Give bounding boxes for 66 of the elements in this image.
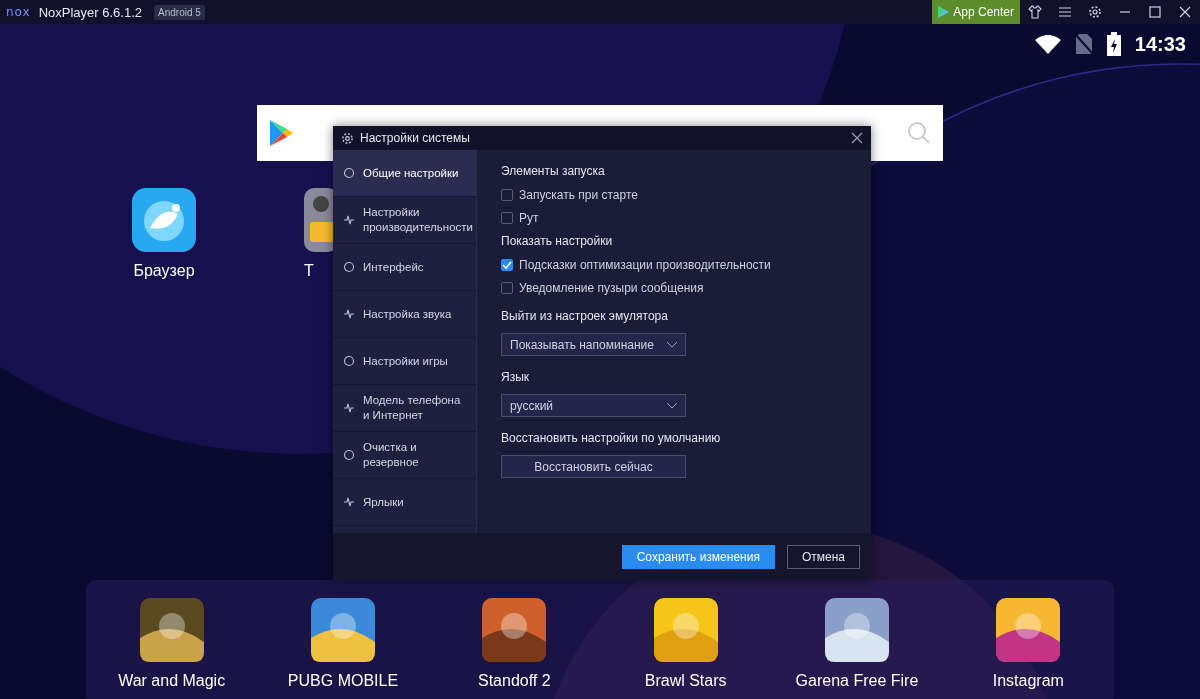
- app-logo: nox: [6, 5, 31, 19]
- close-icon[interactable]: [1178, 5, 1192, 19]
- game-app-icon: [996, 598, 1061, 662]
- nav-icon: [343, 496, 355, 508]
- game-app-icon: [653, 598, 718, 662]
- dropdown[interactable]: русский: [501, 394, 686, 417]
- dropdown[interactable]: Показывать напоминание: [501, 333, 686, 356]
- dock-app[interactable]: Instagram: [953, 598, 1104, 690]
- checkbox[interactable]: [501, 282, 513, 294]
- restore-button[interactable]: Восстановить сейчас: [501, 455, 686, 478]
- section-heading: Язык: [501, 370, 530, 384]
- app-label: PUBG MOBILE: [287, 672, 399, 690]
- checkbox[interactable]: [501, 259, 513, 271]
- game-app-icon: [139, 598, 204, 662]
- dock-app[interactable]: Garena Free Fire: [781, 598, 932, 690]
- play-icon: [938, 6, 950, 18]
- checkbox[interactable]: [501, 212, 513, 224]
- shirt-icon[interactable]: [1028, 5, 1042, 19]
- section-heading: Элементы запуска: [501, 164, 605, 178]
- dock-app[interactable]: PUBG MOBILE: [268, 598, 418, 690]
- dock-app[interactable]: Brawl Stars: [610, 598, 761, 690]
- app-label: Браузер: [133, 262, 195, 280]
- option-label: Запускать при старте: [519, 188, 638, 202]
- app-center-button[interactable]: App Center: [932, 0, 1020, 24]
- app-label: Instagram: [992, 672, 1064, 690]
- chevron-down-icon: [667, 341, 677, 348]
- option-label: Подсказки оптимизации производительности: [519, 258, 771, 272]
- cancel-button[interactable]: Отмена: [786, 544, 860, 569]
- dock-app[interactable]: Standoff 2: [439, 598, 590, 690]
- nav-icon: [343, 167, 355, 179]
- desktop-app[interactable]: Браузер: [132, 188, 196, 280]
- option-label: Рут: [519, 211, 539, 225]
- chevron-down-icon: [667, 402, 677, 409]
- game-app-icon: [824, 598, 889, 662]
- app-label: Garena Free Fire: [795, 672, 919, 690]
- wifi-icon: [1034, 34, 1061, 54]
- maximize-icon[interactable]: [1148, 5, 1162, 19]
- nav-icon: [343, 308, 355, 320]
- settings-icon: [341, 131, 354, 145]
- section-heading: Выйти из настроек эмулятора: [501, 309, 668, 323]
- play-store-icon: [269, 119, 295, 147]
- window-title: NoxPlayer 6.6.1.2: [38, 4, 143, 20]
- dock-app[interactable]: War and Magic: [96, 598, 247, 690]
- menu-icon[interactable]: [1058, 5, 1072, 19]
- browser-app-icon: [132, 188, 196, 252]
- close-icon[interactable]: [851, 132, 863, 144]
- option-label: Уведомление пузыри сообщения: [519, 281, 704, 295]
- app-label: T: [304, 262, 314, 280]
- nav-icon: [343, 261, 355, 273]
- nav-icon: [343, 355, 355, 367]
- clock-time: 14:33: [1134, 32, 1186, 56]
- game-app-icon: [311, 598, 375, 662]
- version-badge: Android 5: [154, 4, 205, 20]
- app-label: Standoff 2: [478, 672, 551, 690]
- settings-nav-item[interactable]: Общие настройки: [333, 150, 476, 197]
- dialog-title: Настройки системы: [360, 131, 470, 145]
- settings-icon[interactable]: [1088, 5, 1102, 19]
- game-app-icon: [482, 598, 547, 662]
- section-heading: Восстановить настройки по умолчанию: [501, 431, 721, 445]
- app-label: Brawl Stars: [644, 672, 727, 690]
- checkbox[interactable]: [501, 189, 513, 201]
- section-heading: Показать настройки: [501, 234, 613, 248]
- nav-icon: [343, 214, 355, 226]
- nav-icon: [343, 402, 355, 414]
- app-label: War and Magic: [118, 672, 226, 690]
- nav-icon: [343, 449, 355, 461]
